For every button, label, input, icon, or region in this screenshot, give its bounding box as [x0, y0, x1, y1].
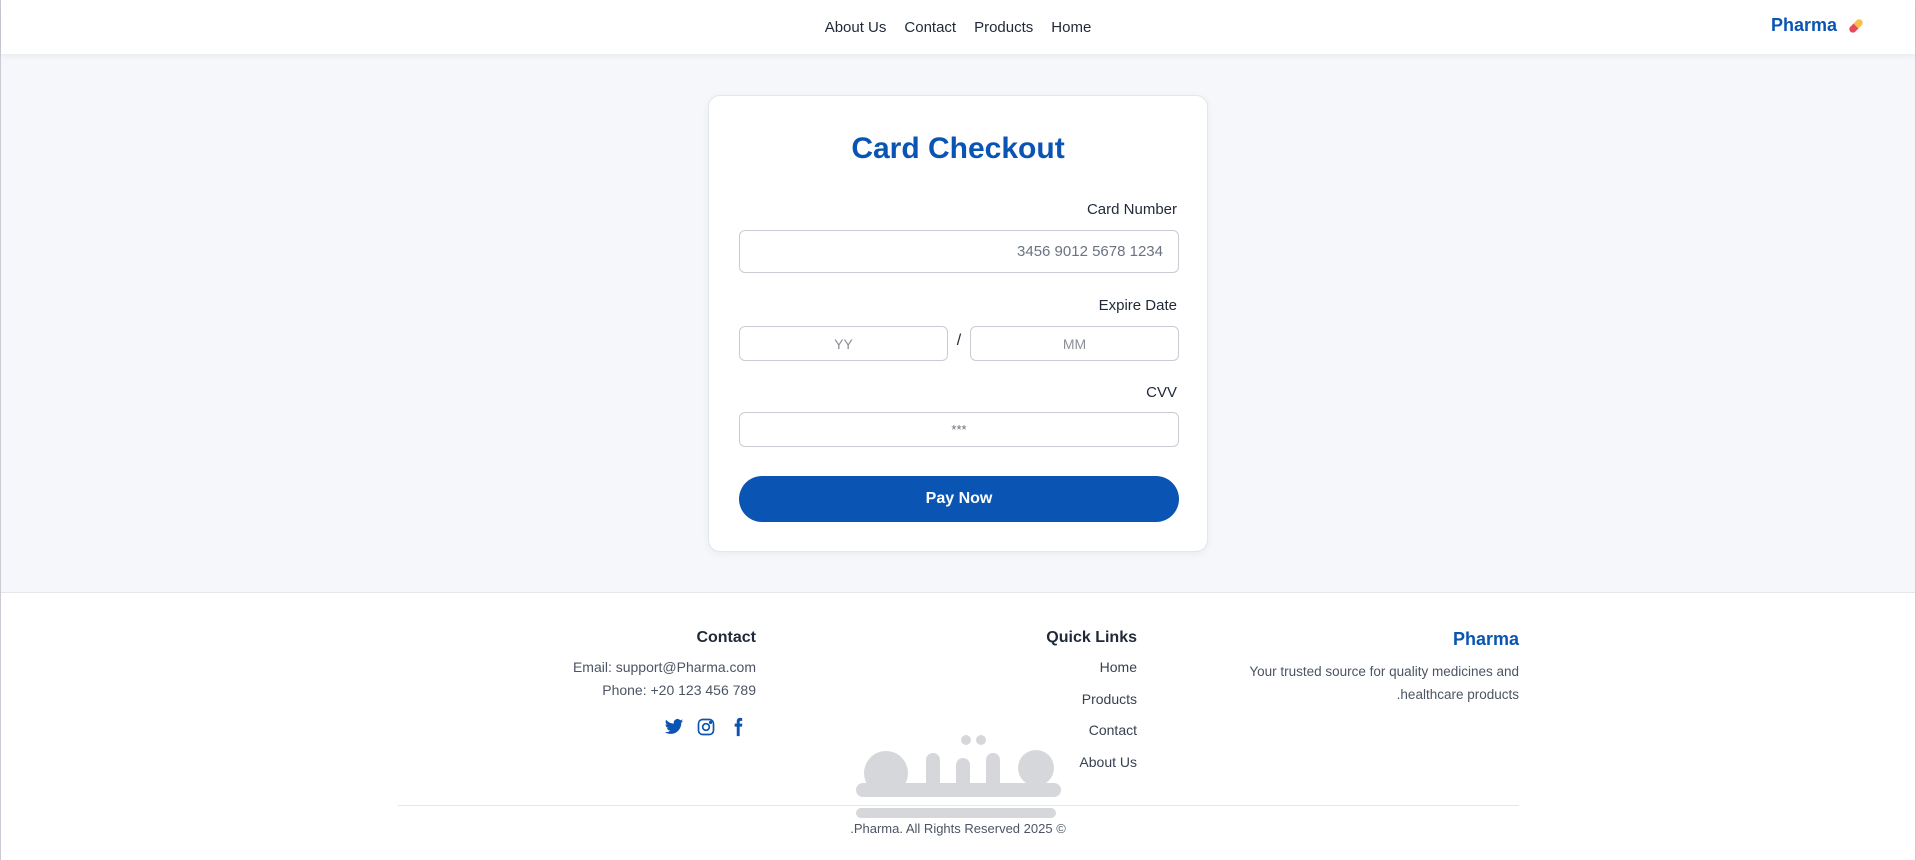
- nav-link-contact[interactable]: Contact: [904, 19, 956, 36]
- footer-quick-links: Quick Links Home Products Contact About …: [951, 629, 1137, 785]
- checkout-card: Card Checkout Card Number 3456 9012 5678…: [708, 95, 1208, 552]
- footer-brand-section: Pharma Your trusted source for quality m…: [1151, 629, 1519, 706]
- cvv-input[interactable]: ***: [739, 412, 1179, 447]
- footer: Pharma Your trusted source for quality m…: [1, 592, 1915, 860]
- expire-month-placeholder: MM: [1062, 335, 1087, 352]
- nav-link-home[interactable]: Home: [1051, 19, 1091, 36]
- nav-links: About Us Contact Products Home: [1, 0, 1915, 54]
- brand-name: Pharma: [1770, 15, 1837, 35]
- instagram-icon[interactable]: [696, 717, 716, 737]
- card-number-input[interactable]: 3456 9012 5678 1234: [739, 230, 1179, 273]
- contact-phone: Phone: +20 123 456 789: [602, 682, 756, 698]
- card-number-placeholder: 3456 9012 5678 1234: [1017, 243, 1163, 260]
- footer-contact-section: Contact Email: support@Pharma.com Phone:…: [501, 629, 756, 737]
- expire-month-input[interactable]: MM: [970, 326, 1179, 361]
- date-separator: /: [956, 332, 962, 349]
- footer-link-about[interactable]: About Us: [951, 754, 1137, 786]
- social-links: [501, 717, 756, 737]
- footer-brand-name: Pharma: [1452, 629, 1519, 649]
- expire-date-label: Expire Date: [1098, 297, 1177, 314]
- contact-email: Email: support@Pharma.com: [572, 659, 756, 675]
- card-number-label: Card Number: [1086, 201, 1177, 218]
- footer-link-home[interactable]: Home: [951, 659, 1137, 691]
- footer-divider: [398, 805, 1519, 806]
- facebook-icon[interactable]: [728, 717, 748, 737]
- footer-link-contact[interactable]: Contact: [951, 722, 1137, 754]
- brand-logo[interactable]: Pharma: [1771, 15, 1865, 36]
- pay-now-button[interactable]: Pay Now: [739, 476, 1179, 522]
- contact-heading: Contact: [696, 629, 756, 646]
- expire-year-placeholder: YY: [834, 335, 853, 352]
- footer-link-products[interactable]: Products: [951, 691, 1137, 723]
- twitter-icon[interactable]: [664, 717, 684, 737]
- cvv-label: CVV: [1146, 384, 1177, 401]
- pill-icon: [1847, 17, 1865, 35]
- page-title: Card Checkout: [851, 132, 1065, 165]
- navbar: About Us Contact Products Home Pharma: [1, 0, 1915, 54]
- expire-year-input[interactable]: YY: [739, 326, 948, 361]
- cvv-placeholder: ***: [951, 422, 967, 437]
- copyright-text: © 2025 Pharma. All Rights Reserved.: [850, 821, 1066, 836]
- nav-link-products[interactable]: Products: [974, 19, 1033, 36]
- footer-description: Your trusted source for quality medicine…: [1249, 664, 1519, 702]
- nav-link-about[interactable]: About Us: [825, 19, 887, 36]
- quick-links-heading: Quick Links: [1046, 629, 1137, 646]
